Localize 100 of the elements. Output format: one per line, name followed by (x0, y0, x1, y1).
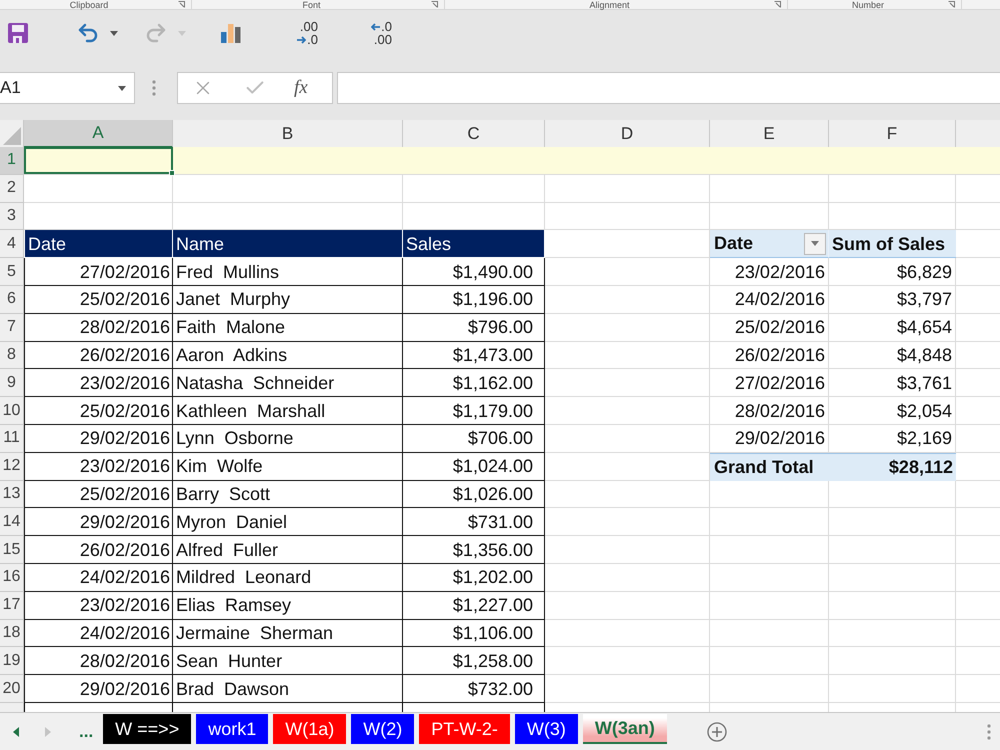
increase-decimal-button[interactable]: .00 .0 (284, 17, 318, 49)
decrease-decimal-button[interactable]: .0 .00 (358, 17, 392, 49)
row-header[interactable]: 3 (0, 202, 24, 230)
row-header[interactable]: 6 (0, 286, 24, 314)
row-header[interactable]: 14 (0, 508, 24, 536)
row-header[interactable]: 10 (0, 397, 24, 425)
insert-function-button[interactable]: fx (292, 75, 310, 101)
redo-icon (144, 21, 168, 45)
name-cell: Elias Ramsey (173, 592, 403, 620)
name-cell: Alfred Fuller (173, 536, 403, 564)
date-cell: 27/02/2016 (24, 258, 173, 286)
sales-cell: $731.00 (403, 508, 545, 536)
caret-icon (811, 241, 819, 246)
column-header[interactable]: C (403, 120, 545, 148)
column-header[interactable]: A (24, 120, 173, 148)
sheet-tab[interactable]: W ==>> (103, 714, 192, 744)
column-header[interactable]: F (829, 120, 956, 148)
caret-icon (110, 30, 118, 36)
sheet-tab[interactable]: work1 (196, 714, 268, 744)
ribbon-group-label: Alignment (588, 0, 631, 10)
pivot-date-cell: 24/02/2016 (710, 286, 829, 314)
row-header[interactable]: 15 (0, 536, 24, 564)
pivot-sum-cell: $3,797 (829, 286, 956, 314)
name-cell: Janet Murphy (173, 286, 403, 314)
row-header[interactable]: 18 (0, 620, 24, 648)
more-sheets-button[interactable]: ... (77, 720, 96, 744)
sales-cell: $706.00 (403, 424, 545, 453)
column-header[interactable]: E (710, 120, 829, 148)
sales-cell: $1,026.00 (403, 480, 545, 508)
dialog-launcher-icon[interactable] (774, 1, 781, 8)
dialog-launcher-icon[interactable] (948, 1, 955, 8)
date-cell: 26/02/2016 (24, 342, 173, 370)
ribbon-group-label: Clipboard (68, 0, 110, 10)
pivot-sum-cell: $6,829 (829, 258, 956, 286)
name-cell: Natasha Schneider (173, 369, 403, 398)
row-header[interactable]: 19 (0, 647, 24, 676)
sales-cell: $1,473.00 (403, 342, 545, 370)
pivot-date-cell: 28/02/2016 (710, 397, 829, 425)
name-cell: Faith Malone (173, 314, 403, 342)
sales-cell: $1,202.00 (403, 564, 545, 592)
pivot-sum-cell: $2,054 (829, 397, 956, 425)
bar-chart-icon (221, 23, 241, 43)
name-cell: Jermaine Sherman (173, 620, 403, 648)
caret-icon (178, 30, 186, 36)
dialog-launcher-icon[interactable] (431, 1, 438, 8)
name-cell: Myron Daniel (173, 508, 403, 536)
sheet-tab[interactable]: W(2) (351, 714, 414, 744)
formula-input[interactable] (337, 72, 1000, 104)
row-header[interactable]: 7 (0, 314, 24, 342)
table-header-cell: Name (173, 230, 403, 258)
table-header-cell: Sales (403, 230, 545, 258)
plus-circle-icon (706, 722, 727, 742)
sales-cell: $1,162.00 (403, 369, 545, 398)
name-cell: Kathleen Marshall (173, 397, 403, 425)
sales-cell: $1,024.00 (403, 452, 545, 481)
row-header[interactable]: 17 (0, 592, 24, 620)
row-header[interactable]: 12 (0, 452, 24, 481)
name-cell: Sean Hunter (173, 647, 403, 676)
sales-cell: $732.00 (403, 675, 545, 703)
left-arrow-icon (371, 22, 380, 30)
date-cell: 23/02/2016 (24, 592, 173, 620)
row-header[interactable]: 16 (0, 564, 24, 592)
row-header[interactable]: 8 (0, 342, 24, 370)
pivot-date-cell: 23/02/2016 (710, 258, 829, 286)
row-header[interactable]: 2 (0, 174, 24, 203)
date-cell: 29/02/2016 (24, 424, 173, 453)
sales-cell: $1,258.00 (403, 647, 545, 676)
right-triangle-icon (45, 726, 51, 736)
row-header[interactable]: 1 (0, 147, 24, 175)
pivot-sum-cell: $3,761 (829, 369, 956, 398)
sales-cell: $1,106.00 (403, 620, 545, 648)
right-arrow-icon (297, 36, 306, 44)
sales-cell: $1,179.00 (403, 397, 545, 425)
date-cell: 23/02/2016 (24, 452, 173, 481)
row-header[interactable]: 20 (0, 675, 24, 703)
sheet-tab[interactable]: W(1a) (273, 714, 346, 744)
fill-handle[interactable] (169, 170, 175, 176)
row-header[interactable]: 13 (0, 480, 24, 508)
active-cell[interactable] (24, 147, 173, 174)
row-header[interactable]: 4 (0, 230, 24, 258)
column-header[interactable]: B (173, 120, 403, 148)
sheet-tab[interactable]: W(3an) (582, 714, 667, 744)
name-cell: Mildred Leonard (173, 564, 403, 592)
name-box[interactable]: A1 (0, 72, 135, 104)
date-cell: 29/02/2016 (24, 675, 173, 703)
filter-dropdown-button[interactable] (804, 232, 826, 255)
ribbon-group-label: Number (850, 0, 885, 10)
row-header[interactable]: 11 (0, 424, 24, 453)
row-header[interactable]: 5 (0, 258, 24, 286)
pivot-date-cell: 25/02/2016 (710, 314, 829, 342)
dialog-launcher-icon[interactable] (178, 1, 185, 8)
pivot-header-cell: Sum of Sales (829, 230, 956, 258)
sheet-tab[interactable]: W(3) (514, 714, 578, 744)
row-header[interactable]: 9 (0, 369, 24, 398)
column-header[interactable]: D (545, 120, 710, 148)
sales-cell: $1,356.00 (403, 536, 545, 564)
new-sheet-button[interactable] (706, 720, 728, 742)
pivot-header-label: Date (714, 232, 754, 256)
sheet-tab[interactable]: PT-W-2- (419, 714, 510, 744)
date-cell: 24/02/2016 (24, 564, 173, 592)
